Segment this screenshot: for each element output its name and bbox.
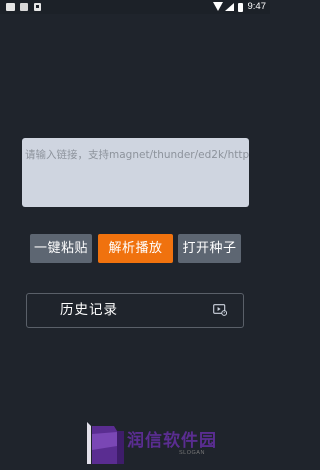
signal-icon — [225, 3, 234, 11]
link-input[interactable]: 请输入链接，支持magnet/thunder/ed2k/http等 — [22, 138, 249, 207]
history-label: 历史记录 — [60, 302, 118, 318]
watermark: 润信软件园 SLOGAN — [87, 420, 257, 464]
watermark-slogan: SLOGAN — [179, 450, 205, 456]
watermark-logo-icon — [87, 422, 124, 464]
video-history-icon — [213, 304, 227, 316]
paste-button[interactable]: 一键粘贴 — [30, 234, 92, 263]
history-button[interactable]: 历史记录 — [26, 293, 244, 328]
open-torrent-button[interactable]: 打开种子 — [178, 234, 241, 263]
app-icon — [34, 3, 41, 11]
image-icon — [20, 3, 28, 11]
status-bar: 9:47 — [0, 0, 270, 14]
link-input-placeholder: 请输入链接，支持magnet/thunder/ed2k/http等 — [25, 149, 249, 161]
parse-play-button[interactable]: 解析播放 — [98, 234, 173, 263]
battery-icon — [238, 3, 243, 12]
wifi-icon — [213, 2, 223, 11]
status-time: 9:47 — [247, 1, 267, 12]
watermark-text: 润信软件园 — [127, 431, 217, 451]
notification-icon — [6, 3, 15, 11]
